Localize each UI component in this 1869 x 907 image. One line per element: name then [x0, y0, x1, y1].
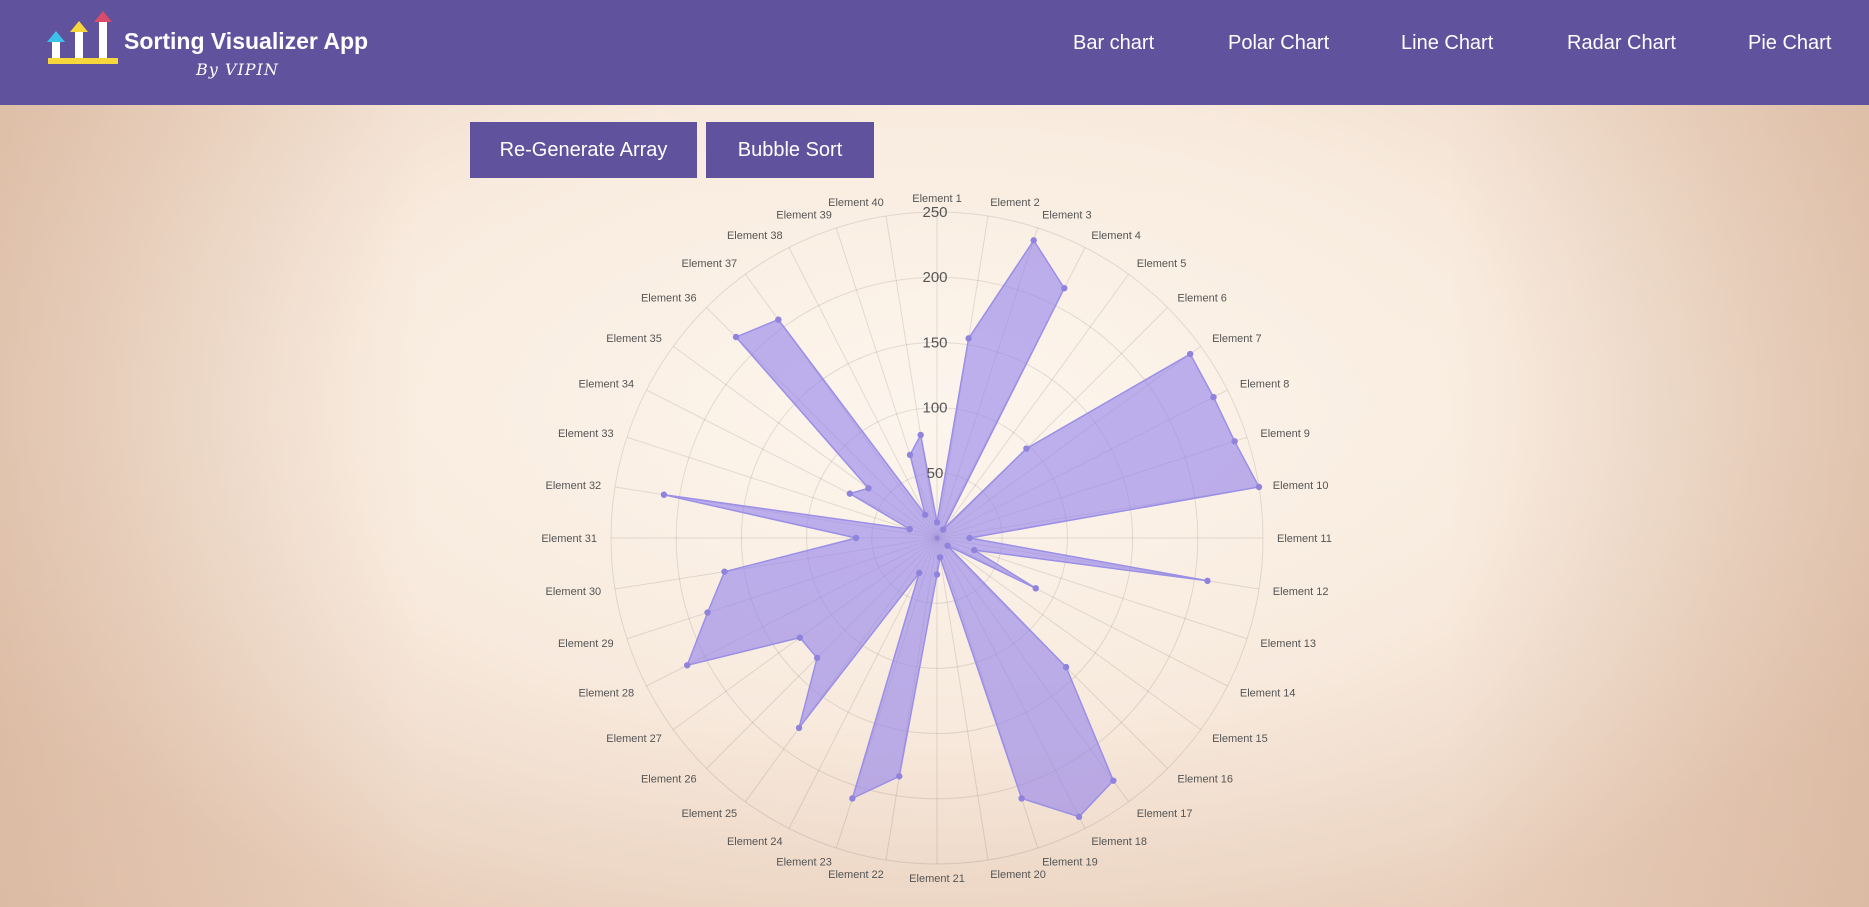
r-tick-label: 200	[922, 269, 947, 286]
data-point-32	[660, 491, 668, 498]
data-point-16	[1062, 663, 1070, 671]
center-point	[935, 536, 939, 540]
data-point-37	[775, 316, 782, 323]
category-label: Element 6	[1177, 293, 1227, 305]
data-point-6	[1023, 445, 1030, 452]
category-label: Element 40	[828, 197, 884, 209]
r-tick-label: 50	[927, 465, 944, 482]
category-label: Element 19	[1042, 856, 1098, 868]
data-point-1	[933, 519, 941, 526]
category-label: Element 25	[682, 808, 738, 820]
data-point-17	[1110, 777, 1117, 784]
category-label: Element 37	[682, 258, 738, 270]
r-tick-label: 100	[922, 400, 947, 417]
data-point-11	[966, 534, 973, 542]
category-label: Element 13	[1260, 638, 1316, 650]
category-label: Element 4	[1091, 230, 1141, 242]
r-tick-label: 250	[922, 204, 947, 221]
category-label: Element 17	[1137, 808, 1193, 820]
data-point-33	[906, 525, 913, 533]
r-tick-label: 150	[922, 334, 947, 351]
data-point-26	[813, 654, 821, 662]
category-label: Element 22	[828, 869, 884, 881]
data-point-27	[796, 634, 804, 641]
data-point-35	[865, 484, 872, 492]
data-point-20	[936, 554, 944, 561]
category-label: Element 32	[546, 480, 602, 492]
category-label: Element 11	[1277, 533, 1332, 545]
category-label: Element 27	[606, 733, 662, 745]
category-label: Element 29	[558, 638, 614, 650]
category-label: Element 28	[578, 687, 634, 699]
category-label: Element 10	[1273, 480, 1329, 492]
data-point-21	[933, 571, 941, 578]
category-label: Element 8	[1240, 379, 1290, 391]
data-point-10	[1255, 483, 1263, 491]
category-label: Element 16	[1177, 773, 1233, 785]
data-point-8	[1210, 393, 1217, 401]
category-label: Element 35	[606, 333, 662, 345]
data-point-40	[917, 431, 924, 439]
data-point-22	[896, 773, 903, 780]
category-label: Element 5	[1137, 258, 1187, 270]
category-label: Element 31	[541, 533, 597, 545]
data-point-31	[852, 534, 860, 542]
data-point-38	[921, 511, 929, 518]
data-point-25	[795, 724, 803, 732]
data-point-4	[1061, 284, 1068, 292]
data-point-36	[732, 333, 740, 341]
data-point-3	[1030, 237, 1037, 244]
category-label: Element 20	[990, 869, 1046, 881]
category-label: Element 15	[1212, 733, 1268, 745]
data-point-12	[1204, 577, 1211, 585]
data-point-29	[704, 609, 711, 616]
data-point-18	[1075, 813, 1083, 821]
data-point-24	[916, 569, 923, 577]
data-point-7	[1186, 350, 1194, 358]
category-label: Element 30	[546, 586, 602, 598]
category-label: Element 33	[558, 428, 614, 440]
category-label: Element 36	[641, 293, 697, 305]
data-point-23	[849, 795, 856, 802]
category-label: Element 21	[909, 873, 965, 885]
category-label: Element 2	[990, 197, 1040, 209]
data-point-5	[939, 526, 947, 533]
category-label: Element 14	[1240, 687, 1296, 699]
data-point-39	[906, 451, 914, 459]
category-label: Element 1	[912, 193, 962, 205]
category-label: Element 12	[1273, 586, 1329, 598]
data-point-9	[1231, 438, 1238, 445]
category-label: Element 26	[641, 773, 697, 785]
data-point-13	[971, 546, 978, 554]
data-point-34	[846, 490, 854, 497]
series-area	[663, 239, 1261, 818]
category-label: Element 9	[1260, 428, 1310, 440]
data-point-19	[1018, 795, 1025, 802]
category-label: Element 38	[727, 230, 783, 242]
data-point-28	[683, 662, 691, 669]
data-point-30	[721, 568, 728, 575]
category-label: Element 23	[776, 856, 832, 868]
category-label: Element 39	[776, 210, 832, 222]
category-label: Element 3	[1042, 210, 1092, 222]
data-point-14	[1032, 585, 1039, 592]
data-point-2	[965, 335, 972, 342]
category-label: Element 7	[1212, 333, 1262, 345]
radar-chart: 50100150200250Element 1 Element 2Element …	[541, 193, 1332, 885]
data-point-15	[944, 542, 951, 549]
category-label: Element 34	[578, 379, 634, 391]
category-label: Element 24	[727, 836, 783, 848]
category-label: Element 18	[1091, 836, 1147, 848]
